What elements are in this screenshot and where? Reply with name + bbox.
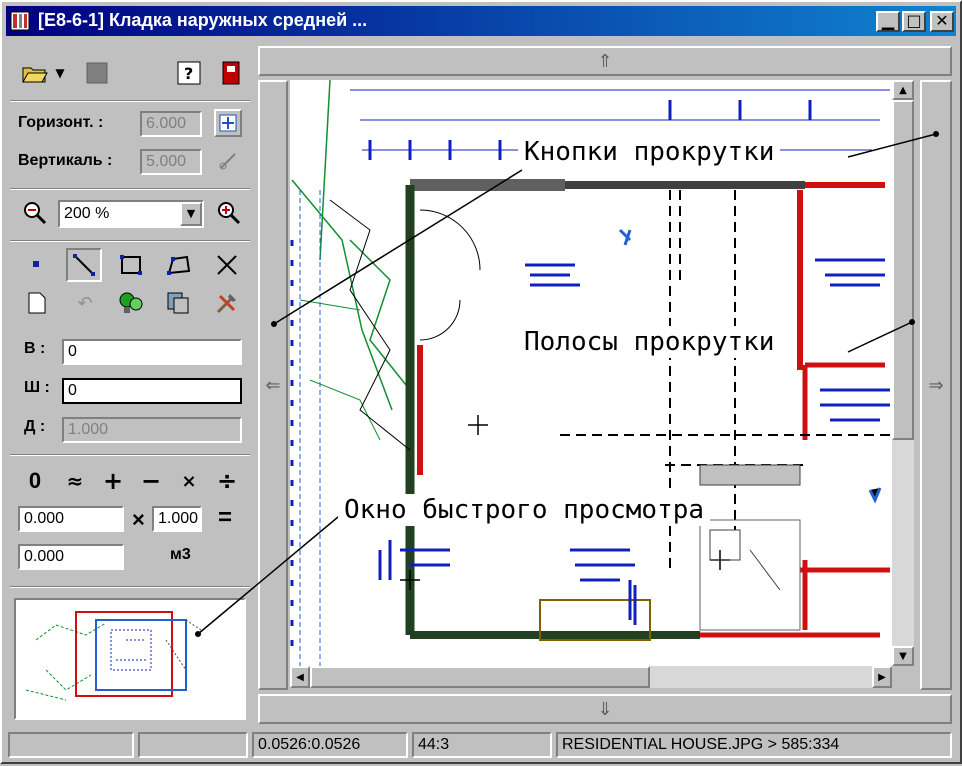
callout-leaders: [195, 131, 939, 637]
callout-scroll-buttons: Кнопки прокрутки: [518, 136, 781, 168]
status-cell-empty-1: [8, 732, 134, 758]
status-scale: 0.0526:0.0526: [252, 732, 408, 758]
callout-quick-view: Окно быстрого просмотра: [338, 494, 711, 526]
status-ratio: 44:3: [412, 732, 552, 758]
app-window: [E8-6-1] Кладка наружных средней ... ▁ □…: [0, 0, 962, 764]
status-cell-empty-2: [138, 732, 248, 758]
callout-scrollbars: Полосы прокрутки: [518, 326, 781, 358]
status-file: RESIDENTIAL HOUSE.JPG > 585:334: [556, 732, 952, 758]
